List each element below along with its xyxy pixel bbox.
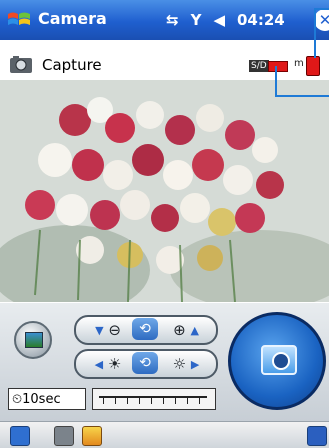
callout-line-battery-horizontal — [314, 8, 329, 10]
camera-app-icon — [10, 56, 32, 73]
timer-slider-tick — [199, 398, 200, 404]
preview-image — [0, 80, 329, 302]
timer-slider-tick — [163, 398, 164, 404]
lens-icon — [272, 352, 290, 370]
self-timer-button[interactable]: ⏲ 10sec — [8, 388, 86, 410]
callout-line-battery-vertical — [314, 8, 316, 58]
gallery-icon — [25, 332, 43, 348]
timer-label: 10sec — [22, 391, 61, 407]
brightness-up-button[interactable]: ☼ ▶ — [160, 351, 212, 377]
battery-icon — [306, 56, 320, 76]
zoom-reset-button[interactable]: ⟲ — [132, 318, 158, 340]
clock[interactable]: 04:24 — [237, 11, 285, 29]
brightness-reset-button[interactable]: ⟲ — [132, 352, 158, 374]
zoom-control: ▼ ⊖ ⟲ ⊕ ▲ — [74, 315, 218, 345]
zoom-out-button[interactable]: ▼ ⊖ — [82, 317, 134, 343]
camera-icon — [261, 345, 297, 375]
storage-status-indicator — [268, 61, 288, 72]
timer-slider-tick — [139, 398, 140, 404]
memory-indicator: m — [294, 58, 304, 69]
menu-icon[interactable] — [10, 426, 30, 446]
callout-line-storage-horizontal — [275, 95, 329, 97]
app-title: Camera — [38, 9, 107, 28]
timer-icon: ⏲ — [12, 391, 23, 407]
gallery-button[interactable] — [14, 321, 52, 359]
timer-slider-tick — [187, 398, 188, 404]
shutter-button[interactable] — [228, 312, 326, 410]
windows-start-icon[interactable] — [6, 8, 32, 32]
brightness-down-button[interactable]: ◀ ☀ — [82, 351, 134, 377]
capture-header: Capture S/D m — [0, 50, 329, 80]
taskbar — [0, 421, 329, 448]
brightness-up-icon: ☼ — [172, 355, 187, 373]
timer-slider-tick — [127, 398, 128, 404]
close-icon[interactable]: ✕ — [314, 9, 329, 31]
camera-preview[interactable] — [0, 80, 329, 302]
settings-icon[interactable] — [82, 426, 102, 446]
keyboard-icon[interactable] — [307, 426, 327, 446]
timer-slider-tick — [115, 398, 116, 404]
brightness-control: ◀ ☀ ⟲ ☼ ▶ — [74, 349, 218, 379]
zoom-in-icon: ⊕ — [173, 321, 186, 339]
title-bar: Camera ⇆ Y ◀ 04:24 ✕ — [0, 0, 329, 40]
signal-icon[interactable]: Y — [191, 11, 202, 29]
timer-slider-tick — [103, 398, 104, 404]
volume-icon[interactable]: ◀ — [213, 11, 225, 29]
timer-slider-tick — [175, 398, 176, 404]
status-icons: ⇆ Y ◀ 04:24 — [166, 8, 285, 32]
timer-slider-tick — [151, 398, 152, 404]
timer-slider[interactable] — [92, 388, 216, 410]
callout-line-storage-vertical — [275, 66, 277, 96]
connectivity-icon[interactable]: ⇆ — [166, 11, 179, 29]
zoom-in-button[interactable]: ⊕ ▲ — [160, 317, 212, 343]
camera-mode-icon[interactable] — [54, 426, 74, 446]
sd-card-indicator: S/D — [249, 60, 269, 72]
zoom-out-icon: ⊖ — [108, 321, 121, 339]
brightness-down-icon: ☀ — [107, 355, 122, 373]
capture-label: Capture — [42, 56, 102, 74]
